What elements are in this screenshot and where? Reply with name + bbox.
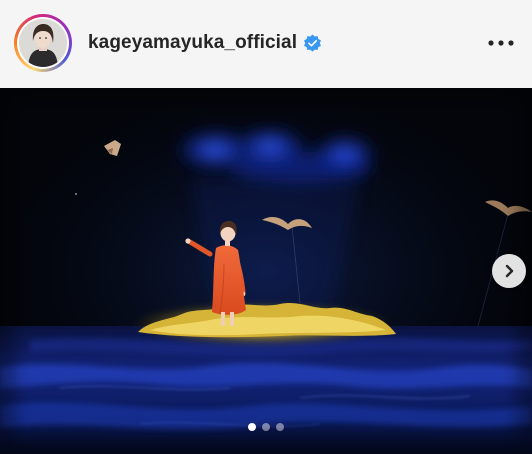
username-group: kageyamayuka_official [88,30,322,56]
post-image[interactable] [0,88,532,454]
carousel-indicator [0,423,532,433]
avatar[interactable] [19,19,67,67]
carousel-dot-3 [276,423,284,431]
stage-photo [0,88,532,454]
story-ring[interactable] [14,14,72,72]
chevron-right-icon [505,264,514,278]
username[interactable]: kageyamayuka_official [88,32,297,54]
verified-badge-icon [303,33,322,53]
carousel-dot-1 [248,423,256,431]
post-header: kageyamayuka_official [0,0,532,88]
instagram-post: kageyamayuka_official [0,0,532,454]
carousel-dot-2 [262,423,270,431]
avatar-photo [19,19,67,67]
more-options-icon [488,40,514,46]
next-slide-button[interactable] [492,254,526,288]
more-options-button[interactable] [484,30,518,56]
